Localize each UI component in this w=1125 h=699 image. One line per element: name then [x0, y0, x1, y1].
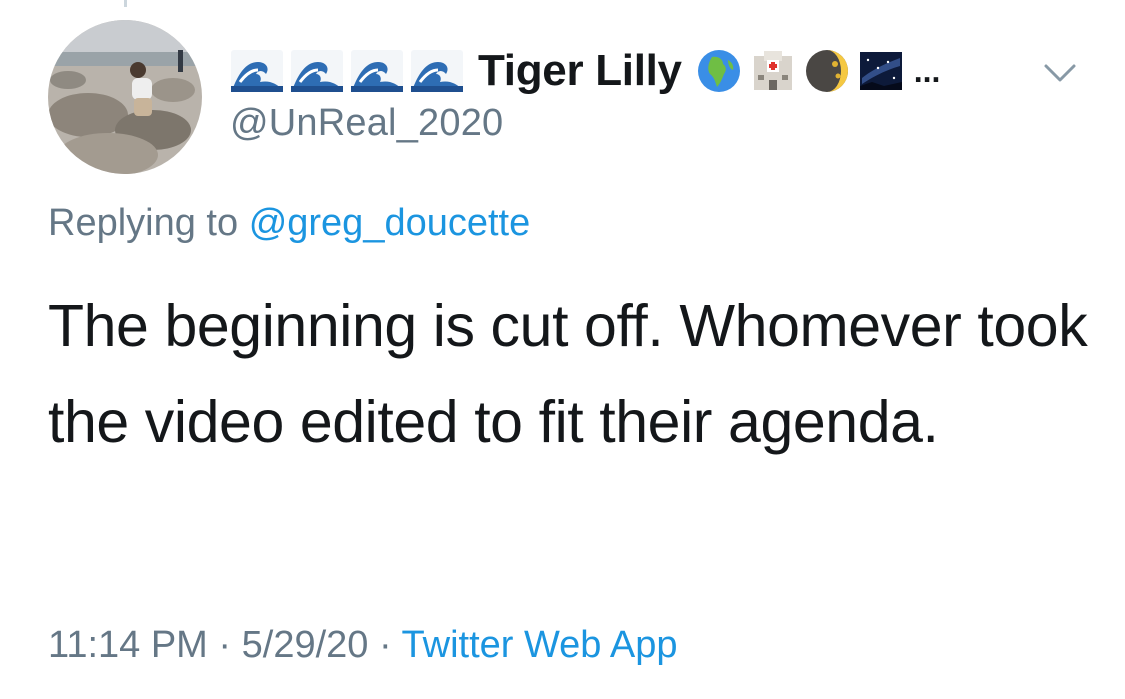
replying-to-label: Replying to: [48, 202, 239, 244]
avatar[interactable]: [48, 20, 202, 174]
tweet-time[interactable]: 11:14 PM: [48, 624, 208, 666]
replying-to: Replying to @greg_doucette: [48, 202, 530, 245]
water-wave-icon: [291, 50, 343, 92]
moon-icon: [805, 50, 848, 92]
meta-separator: ·: [378, 624, 392, 666]
meta-separator: ·: [218, 624, 232, 666]
chevron-down-icon[interactable]: [1040, 58, 1080, 86]
tweet-text: The beginning is cut off. Whomever took …: [48, 293, 1088, 455]
hospital-icon: [753, 51, 792, 90]
globe-africa-icon: [697, 50, 740, 92]
tweet-date[interactable]: 5/29/20: [242, 624, 369, 666]
reply-mention-link[interactable]: @greg_doucette: [249, 202, 531, 244]
name-truncation: ...: [913, 52, 941, 89]
water-wave-icon: [351, 50, 403, 92]
name-prefix-emoji: [230, 48, 464, 94]
milky-way-icon: [859, 52, 902, 90]
tweet-header: Tiger Lilly ...: [230, 44, 940, 98]
display-name[interactable]: Tiger Lilly: [478, 46, 682, 96]
thread-connector: [124, 0, 127, 7]
water-wave-icon: [411, 50, 463, 92]
avatar-photo: [48, 20, 202, 174]
user-handle[interactable]: @UnReal_2020: [230, 102, 503, 145]
tweet-source-link[interactable]: Twitter Web App: [402, 624, 678, 666]
tweet-card: Tiger Lilly ... @UnReal_2020 Replying to…: [0, 0, 1125, 699]
water-wave-icon: [231, 50, 283, 92]
name-suffix-emoji: [696, 48, 904, 94]
tweet-meta: 11:14 PM · 5/29/20 · Twitter Web App: [48, 624, 678, 667]
